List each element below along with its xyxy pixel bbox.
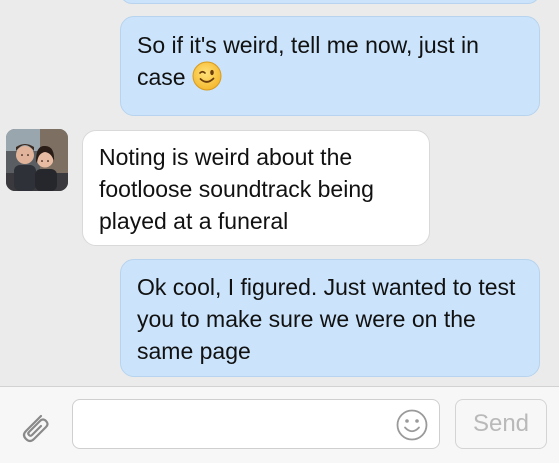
send-button[interactable]: Send bbox=[455, 399, 547, 449]
message-composer: Send bbox=[0, 386, 559, 463]
outgoing-message-bubble bbox=[120, 0, 540, 4]
incoming-message-bubble: Noting is weird about the footloose soun… bbox=[82, 130, 430, 246]
message-input[interactable] bbox=[72, 399, 440, 449]
attach-button[interactable] bbox=[14, 407, 54, 447]
message-text: So if it's weird, tell me now, just in c… bbox=[137, 32, 479, 90]
contact-avatar[interactable] bbox=[6, 129, 68, 191]
paperclip-icon bbox=[22, 414, 49, 443]
outgoing-message-bubble: So if it's weird, tell me now, just in c… bbox=[120, 16, 540, 116]
avatar-photo bbox=[6, 129, 68, 191]
message-text: Noting is weird about the footloose soun… bbox=[99, 144, 374, 234]
message-thread: So if it's weird, tell me now, just in c… bbox=[0, 0, 559, 386]
outgoing-message-bubble: Ok cool, I figured. Just wanted to test … bbox=[120, 259, 540, 377]
emoji-button[interactable] bbox=[395, 408, 429, 442]
message-text: Ok cool, I figured. Just wanted to test … bbox=[137, 274, 516, 364]
wink-emoji-icon bbox=[192, 61, 222, 91]
smiley-icon bbox=[396, 409, 428, 441]
